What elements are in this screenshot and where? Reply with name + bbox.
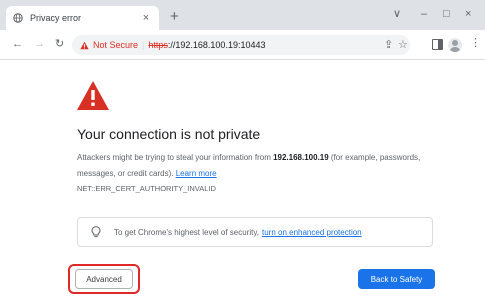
error-code: NET::ERR_CERT_AUTHORITY_INVALID xyxy=(77,184,216,193)
url-host: ://192.168.100.19:10443 xyxy=(167,40,266,50)
minimize-button[interactable]: – xyxy=(421,8,427,20)
menu-icon[interactable]: ⋮ xyxy=(470,37,481,49)
desc-host: 192.168.100.19 xyxy=(273,153,329,162)
advanced-button[interactable]: Advanced xyxy=(75,269,133,289)
page-title: Your connection is not private xyxy=(77,126,261,142)
tab-title: Privacy error xyxy=(30,13,82,23)
forward-button[interactable]: → xyxy=(34,38,45,50)
new-tab-button[interactable]: + xyxy=(170,9,179,24)
shield-warning-icon xyxy=(76,79,110,113)
omnibox-separator: | xyxy=(142,40,145,50)
enhanced-protection-link[interactable]: turn on enhanced protection xyxy=(262,228,362,237)
not-secure-label[interactable]: Not Secure xyxy=(93,40,138,50)
browser-toolbar: ← → ↻ Not Secure | https ://192.168.100.… xyxy=(0,30,485,60)
avatar[interactable] xyxy=(448,38,462,52)
url-scheme: https xyxy=(148,40,168,50)
error-description: Attackers might be trying to steal your … xyxy=(77,150,437,182)
back-button[interactable]: ← xyxy=(12,38,23,50)
tab-privacy-error[interactable]: Privacy error × xyxy=(6,6,159,30)
back-to-safety-button[interactable]: Back to Safety xyxy=(358,269,435,289)
side-panel-icon[interactable] xyxy=(432,39,443,50)
maximize-button[interactable]: □ xyxy=(443,8,450,20)
address-bar[interactable]: Not Secure | https ://192.168.100.19:104… xyxy=(72,35,410,55)
close-window-button[interactable]: × xyxy=(465,8,471,20)
lightbulb-icon xyxy=(91,226,101,238)
enhanced-protection-promo: To get Chrome's highest level of securit… xyxy=(77,217,433,247)
promo-text: To get Chrome's highest level of securit… xyxy=(114,227,259,237)
tab-close-icon[interactable]: × xyxy=(140,12,152,24)
globe-icon xyxy=(13,13,23,23)
warning-icon[interactable] xyxy=(80,41,89,50)
tab-strip: Privacy error × + ∨ – □ × xyxy=(0,0,485,30)
tab-search-icon[interactable]: ∨ xyxy=(393,8,401,20)
privacy-error-page: Your connection is not private Attackers… xyxy=(0,61,485,300)
learn-more-link[interactable]: Learn more xyxy=(176,169,217,178)
reload-button[interactable]: ↻ xyxy=(55,38,64,50)
desc-text-1: Attackers might be trying to steal your … xyxy=(77,153,274,162)
share-icon[interactable]: ⇪ xyxy=(384,39,393,51)
bookmark-star-icon[interactable]: ☆ xyxy=(398,39,408,51)
